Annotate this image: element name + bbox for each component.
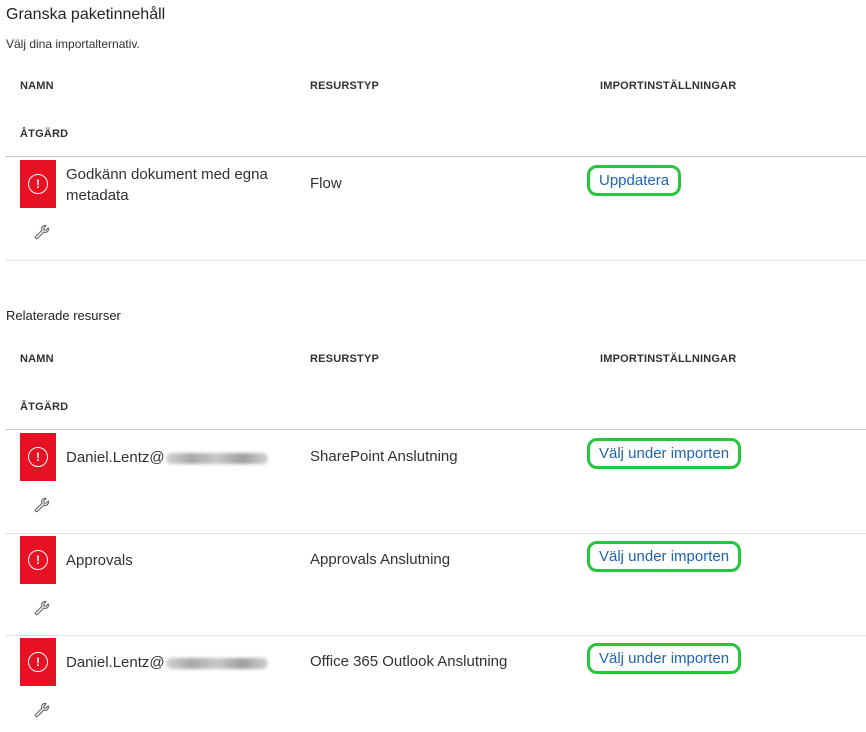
import-setting-link[interactable]: Uppdatera bbox=[587, 165, 682, 196]
page-subtitle: Välj dina importalternativ. bbox=[6, 37, 140, 51]
error-icon: ! bbox=[20, 433, 56, 481]
row-name-line1: Godkänn dokument med egna bbox=[66, 166, 268, 183]
import-setting-link[interactable]: Välj under importen bbox=[587, 541, 742, 572]
error-icon: ! bbox=[20, 638, 56, 686]
section-title-related: Relaterade resurser bbox=[6, 308, 121, 323]
row-name: Approvals bbox=[66, 552, 133, 569]
row-resource-type: Approvals Anslutning bbox=[310, 551, 451, 568]
table-divider bbox=[6, 635, 866, 636]
column-header-action: ÅTGÄRD bbox=[20, 401, 69, 413]
row-name: Daniel.Lentz@ bbox=[66, 447, 268, 468]
column-header-name: NAMN bbox=[20, 80, 54, 92]
column-header-import-settings: IMPORTINSTÄLLNINGAR bbox=[600, 80, 737, 92]
row-name: Daniel.Lentz@ bbox=[66, 652, 268, 673]
column-header-name: NAMN bbox=[20, 353, 54, 365]
row-name-line2: metadata bbox=[66, 187, 129, 204]
row-name-text: Daniel.Lentz@ bbox=[66, 449, 165, 466]
row-name-text: Daniel.Lentz@ bbox=[66, 654, 165, 671]
wrench-icon[interactable] bbox=[33, 701, 51, 719]
table-divider bbox=[6, 429, 866, 430]
error-icon: ! bbox=[20, 536, 56, 584]
wrench-icon[interactable] bbox=[33, 496, 51, 514]
row-resource-type: Office 365 Outlook Anslutning bbox=[310, 653, 508, 670]
import-setting-link[interactable]: Välj under importen bbox=[587, 643, 742, 674]
import-setting-link[interactable]: Välj under importen bbox=[587, 438, 742, 469]
table-divider bbox=[6, 260, 866, 261]
table-divider bbox=[6, 533, 866, 534]
redacted-text bbox=[165, 657, 268, 669]
row-name: Godkänn dokument med egna metadata bbox=[66, 164, 268, 206]
page-title: Granska paketinnehåll bbox=[6, 6, 166, 23]
column-header-import-settings: IMPORTINSTÄLLNINGAR bbox=[600, 353, 737, 365]
redacted-text bbox=[165, 452, 268, 464]
wrench-icon[interactable] bbox=[33, 223, 51, 241]
row-resource-type: Flow bbox=[310, 175, 342, 192]
column-header-action: ÅTGÄRD bbox=[20, 128, 69, 140]
row-resource-type: SharePoint Anslutning bbox=[310, 448, 458, 465]
error-icon: ! bbox=[20, 160, 56, 208]
column-header-resource-type: RESURSTYP bbox=[310, 353, 380, 365]
table-divider bbox=[6, 156, 866, 157]
column-header-resource-type: RESURSTYP bbox=[310, 80, 380, 92]
wrench-icon[interactable] bbox=[33, 599, 51, 617]
